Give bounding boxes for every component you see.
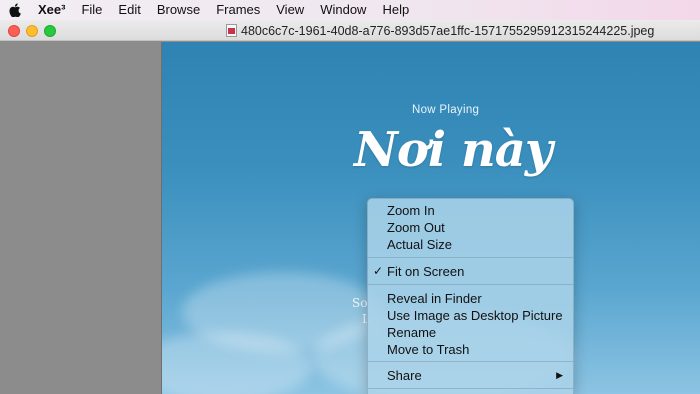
minimize-window-button[interactable] (26, 25, 38, 37)
menu-frames[interactable]: Frames (208, 0, 268, 20)
menu-item-label: Rename (387, 325, 437, 340)
menu-item-label: Fit on Screen (387, 264, 465, 279)
menu-item-label: Zoom In (387, 203, 435, 218)
apple-logo-icon[interactable] (0, 3, 30, 17)
menu-item-share[interactable]: Share ▶ (368, 367, 573, 384)
menu-help[interactable]: Help (374, 0, 417, 20)
window-title: 480c6c7c-1961-40d8-a776-893d57ae1ffc-157… (226, 22, 654, 39)
menu-item-reveal-in-finder[interactable]: Reveal in Finder (368, 290, 573, 307)
menu-separator (368, 257, 573, 258)
menu-item-label: Share (387, 368, 422, 383)
submenu-arrow-icon: ▶ (556, 370, 563, 380)
menu-bar: Xee³ File Edit Browse Frames View Window… (0, 0, 700, 20)
menu-item-actual-size[interactable]: Actual Size (368, 236, 573, 253)
menu-item-zoom-out[interactable]: Zoom Out (368, 219, 573, 236)
image-canvas[interactable]: Now Playing Nơi này So L (0, 42, 700, 394)
menu-item-label: Zoom Out (387, 220, 445, 235)
menu-separator (368, 388, 573, 389)
menu-separator (368, 284, 573, 285)
menu-browse[interactable]: Browse (149, 0, 208, 20)
song-title-line1: Nơi này (354, 122, 553, 178)
menu-item-rename[interactable]: Rename (368, 324, 573, 341)
close-window-button[interactable] (8, 25, 20, 37)
menu-item-label: Actual Size (387, 237, 453, 252)
menu-item-label: Move to Trash (387, 342, 470, 357)
checkmark-icon: ✓ (373, 264, 384, 278)
context-menu: Zoom In Zoom Out Actual Size ✓ Fit on Sc… (367, 198, 574, 394)
menu-item-label: Reveal in Finder (387, 291, 482, 306)
jpeg-document-icon[interactable] (226, 24, 237, 37)
zoom-window-button[interactable] (44, 25, 56, 37)
now-playing-label: Now Playing (412, 104, 480, 116)
menu-item-fit-on-screen[interactable]: ✓ Fit on Screen (368, 263, 573, 280)
menu-window[interactable]: Window (312, 0, 374, 20)
menu-file[interactable]: File (73, 0, 110, 20)
menu-item-label: Use Image as Desktop Picture (387, 308, 563, 323)
window-title-text: 480c6c7c-1961-40d8-a776-893d57ae1ffc-157… (241, 23, 655, 38)
image-text-fragment: So (352, 296, 368, 310)
menu-item-zoom-in[interactable]: Zoom In (368, 202, 573, 219)
menu-item-move-to-trash[interactable]: Move to Trash (368, 341, 573, 358)
menu-view[interactable]: View (268, 0, 312, 20)
menu-app-name[interactable]: Xee³ (30, 0, 73, 20)
menu-separator (368, 361, 573, 362)
window-title-bar[interactable]: 480c6c7c-1961-40d8-a776-893d57ae1ffc-157… (0, 20, 700, 41)
menu-item-desktop-picture[interactable]: Use Image as Desktop Picture (368, 307, 573, 324)
menu-edit[interactable]: Edit (110, 0, 148, 20)
